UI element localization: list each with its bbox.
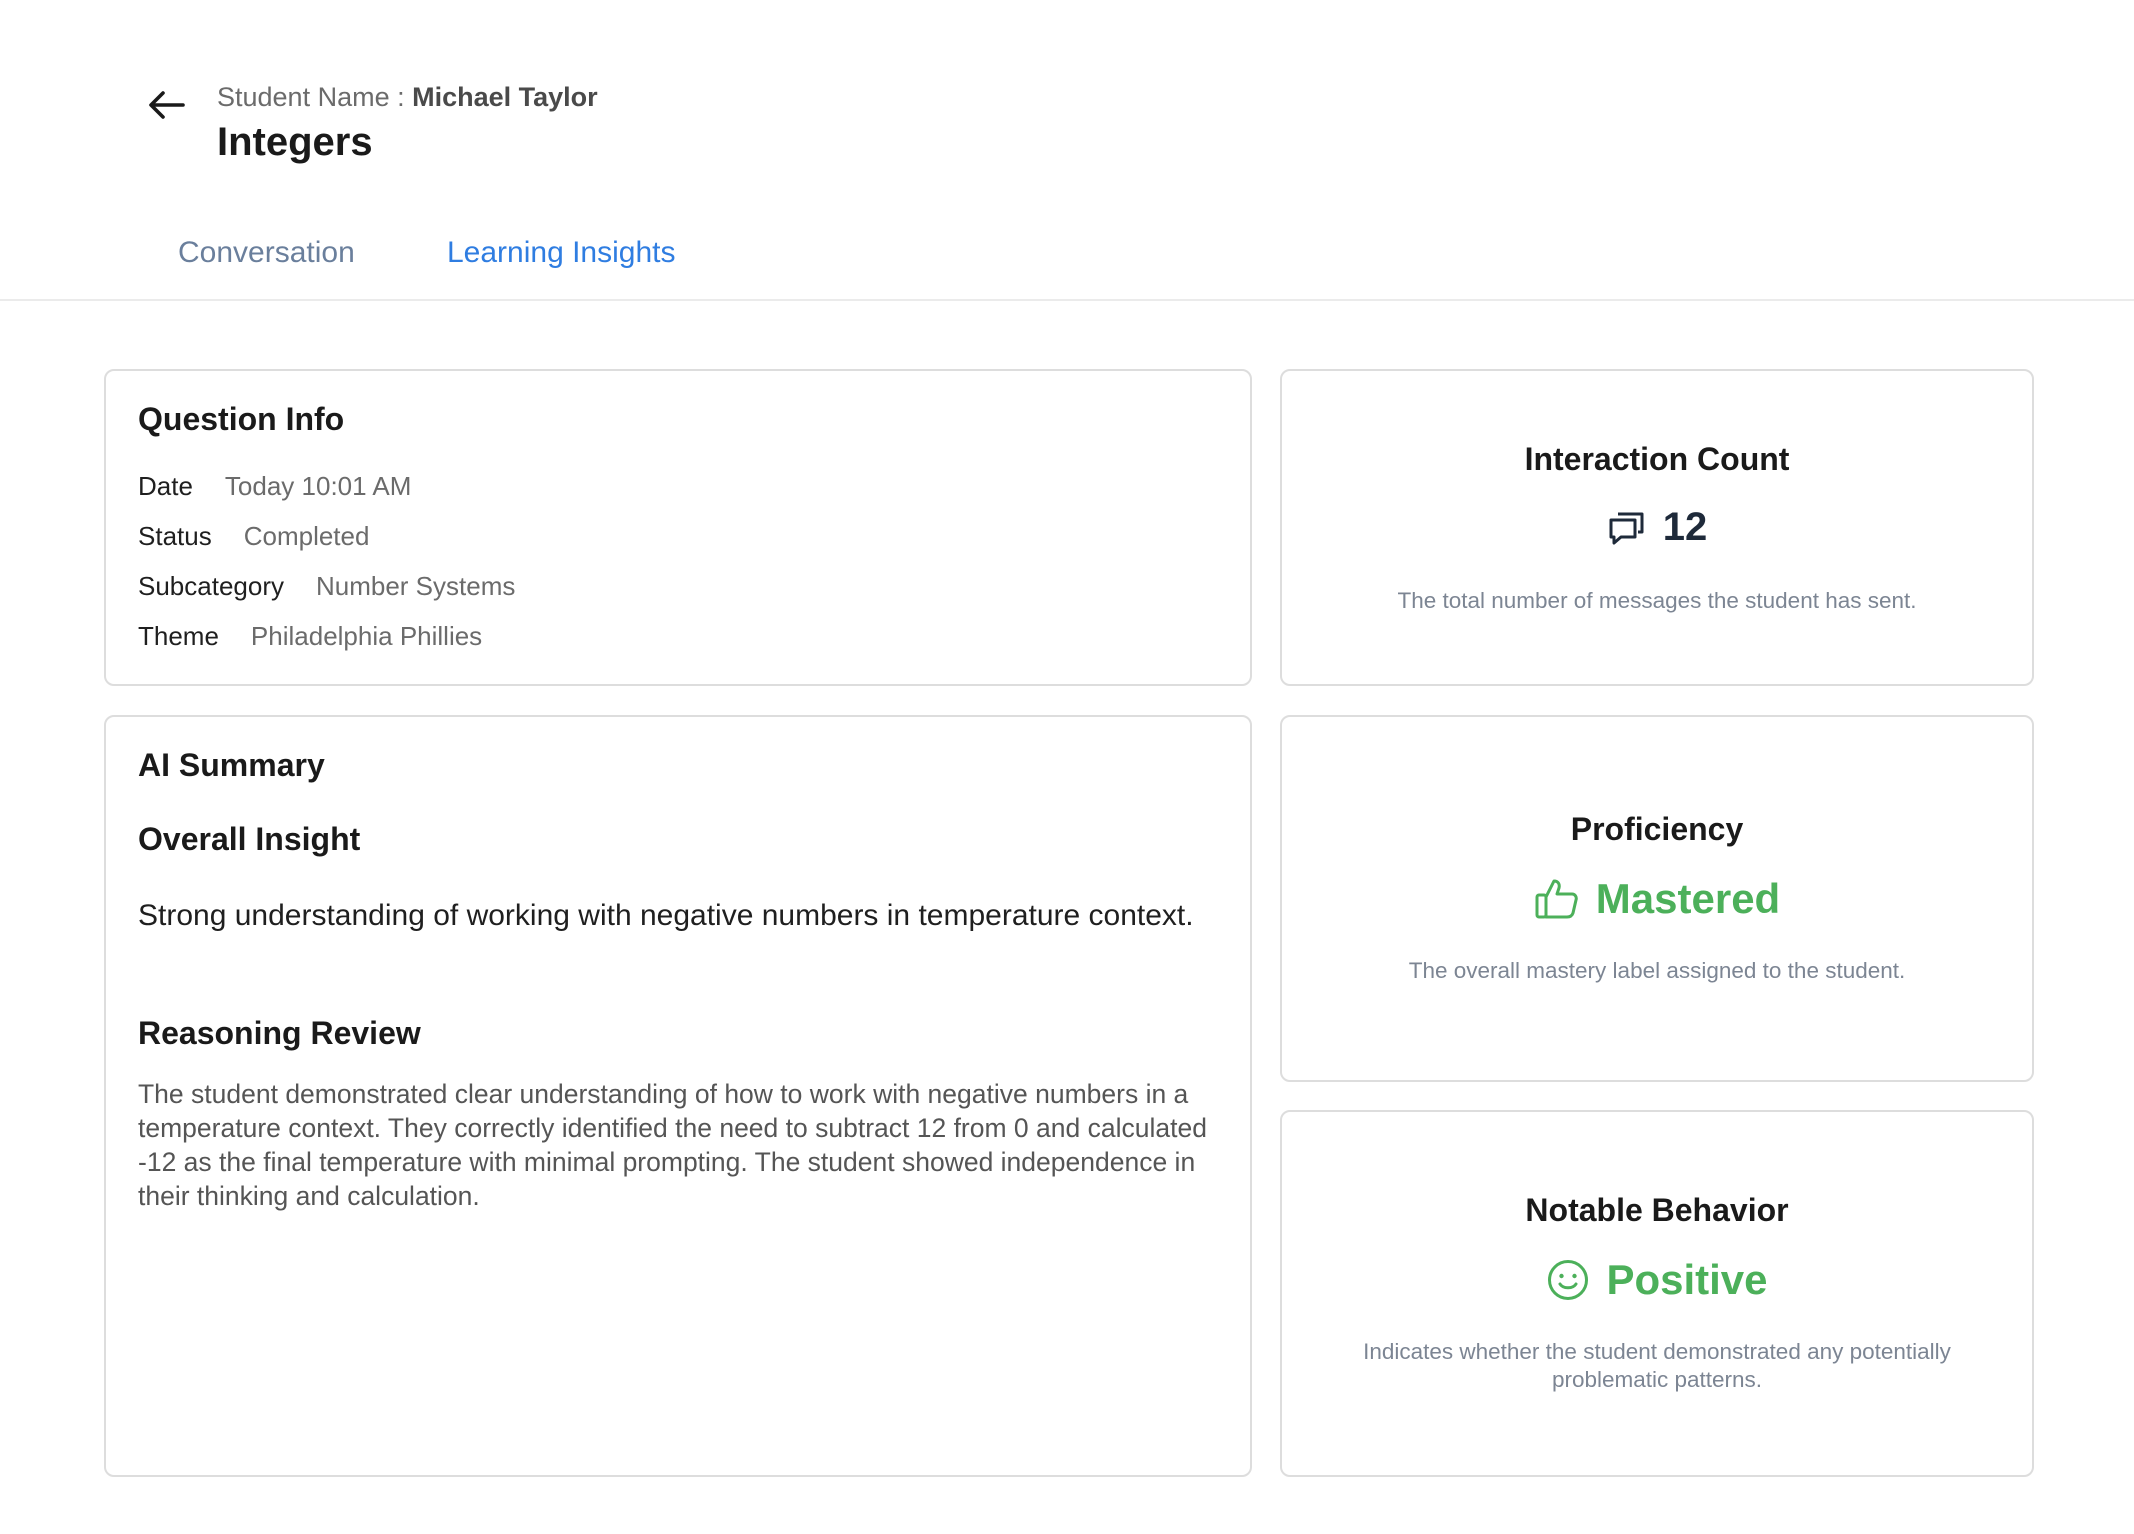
- smiley-icon: [1548, 1260, 1589, 1300]
- interaction-count-description: The total number of messages the student…: [1397, 588, 1917, 613]
- tab-learning-insights[interactable]: Learning Insights: [447, 236, 676, 270]
- info-label: Date: [138, 471, 193, 501]
- info-value: Today 10:01 AM: [224, 471, 412, 501]
- notable-behavior-value-row: Positive: [1282, 1256, 2032, 1304]
- info-row-status: Status Completed: [138, 521, 369, 552]
- overall-insight-heading: Overall Insight: [138, 821, 361, 857]
- learning-insights-page: Student Name : Michael Taylor Integers C…: [0, 0, 2134, 1534]
- tab-conversation[interactable]: Conversation: [178, 236, 355, 270]
- proficiency-value-row: Mastered: [1282, 875, 2032, 923]
- info-row-theme: Theme Philadelphia Phillies: [138, 621, 482, 652]
- info-label: Subcategory: [138, 571, 284, 601]
- interaction-count-card: Interaction Count 12 The total number of…: [1280, 369, 2034, 686]
- ai-summary-card: AI Summary Overall Insight Strong unders…: [104, 715, 1252, 1477]
- interaction-count-value-row: 12: [1282, 505, 2032, 550]
- reasoning-review-heading: Reasoning Review: [138, 1015, 421, 1051]
- page-title: Integers: [217, 120, 373, 164]
- proficiency-title: Proficiency: [1570, 811, 1744, 847]
- info-label: Theme: [138, 621, 219, 651]
- proficiency-card: Proficiency Mastered The overall mastery…: [1280, 715, 2034, 1082]
- chat-bubbles-icon: [1609, 512, 1644, 544]
- interaction-count-title: Interaction Count: [1524, 441, 1790, 477]
- info-value: Philadelphia Phillies: [250, 621, 483, 651]
- info-value: Number Systems: [315, 571, 516, 601]
- question-info-title: Question Info: [138, 401, 345, 437]
- thumbs-up-icon: [1535, 879, 1578, 919]
- reasoning-review-text: The student demonstrated clear understan…: [138, 1079, 1207, 1211]
- notable-behavior-title: Notable Behavior: [1525, 1192, 1789, 1228]
- interaction-count-value: 12: [1662, 505, 1708, 549]
- arrow-left-icon: [149, 91, 185, 119]
- tabs-divider: [0, 299, 2134, 301]
- notable-behavior-value: Positive: [1606, 1256, 1768, 1303]
- proficiency-value: Mastered: [1595, 875, 1781, 922]
- tab-bar: Conversation Learning Insights: [0, 232, 2134, 300]
- notable-behavior-description: Indicates whether the student demonstrat…: [1363, 1339, 1951, 1392]
- notable-behavior-card: Notable Behavior Positive Indicates whet…: [1280, 1110, 2034, 1477]
- info-value: Completed: [243, 521, 370, 551]
- info-row-date: Date Today 10:01 AM: [138, 471, 411, 502]
- ai-summary-title: AI Summary: [138, 747, 325, 783]
- proficiency-description: The overall mastery label assigned to th…: [1408, 958, 1906, 983]
- question-info-card: Question Info Date Today 10:01 AM Status C…: [104, 369, 1252, 686]
- info-label: Status: [138, 521, 212, 551]
- student-name: Michael Taylor: [412, 82, 598, 112]
- back-button[interactable]: [142, 80, 192, 130]
- info-row-subcategory: Subcategory Number Systems: [138, 571, 515, 602]
- student-name-line: Student Name : Michael Taylor: [217, 82, 598, 113]
- student-name-label: Student Name :: [217, 82, 413, 112]
- overall-insight-text: Strong understanding of working with neg…: [138, 899, 1194, 932]
